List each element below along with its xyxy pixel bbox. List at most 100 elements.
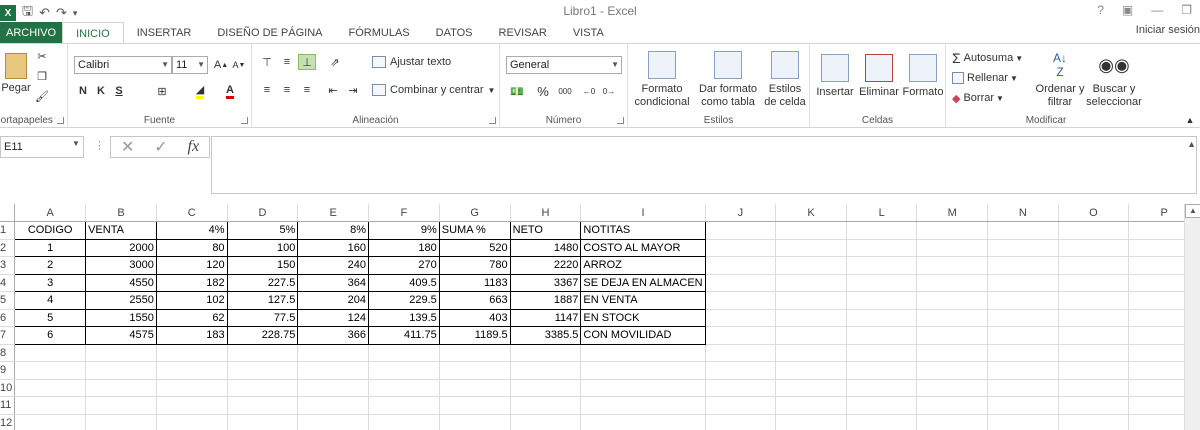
cell[interactable]: 2220 [509,256,582,275]
cell[interactable] [705,414,777,430]
cell[interactable] [580,344,706,362]
cell[interactable]: 3000 [85,256,157,275]
cell[interactable]: 1480 [509,238,582,257]
cell[interactable]: CODIGO [14,221,87,240]
cell[interactable] [846,256,918,275]
cell[interactable] [368,361,440,380]
cell[interactable]: 1550 [85,308,157,327]
bold-button[interactable]: N [76,82,90,100]
cell[interactable] [987,379,1059,397]
cell[interactable] [439,361,511,380]
cell[interactable]: 270 [368,256,440,275]
align-bottom-icon[interactable]: ⊥ [298,54,316,70]
format-as-table-button[interactable]: Dar formato como tabla [696,48,760,112]
cell[interactable] [916,291,989,310]
cell[interactable]: 183 [155,326,228,345]
cell[interactable]: 240 [297,256,370,275]
insert-cells-button[interactable]: Insertar [814,48,856,104]
decrease-font-icon[interactable]: A ▼ [232,56,246,74]
cell[interactable] [580,414,706,430]
column-header[interactable]: J [705,204,777,222]
column-header[interactable]: F [368,204,440,222]
select-all-corner[interactable] [0,204,16,222]
collapse-ribbon-icon[interactable]: ▲ [1184,114,1196,126]
cell[interactable] [156,414,228,430]
cell[interactable] [846,239,918,257]
cell[interactable] [510,396,582,415]
cell[interactable] [987,256,1059,275]
cell[interactable] [1058,291,1130,310]
tab-insertar[interactable]: INSERTAR [124,22,205,44]
column-header[interactable]: K [775,204,847,222]
row-header[interactable]: 3 [0,256,16,275]
cell[interactable]: 180 [368,238,440,257]
cell[interactable]: 409.5 [368,273,440,292]
cell[interactable]: 80 [155,238,228,257]
cell[interactable]: 204 [297,291,370,310]
cell[interactable] [775,396,847,415]
cell[interactable] [846,344,918,362]
align-right-icon[interactable]: ≡ [298,82,316,98]
row-header[interactable]: 7 [0,326,16,345]
cell[interactable] [775,274,847,292]
cell[interactable]: EN STOCK [580,308,706,327]
cell[interactable]: 100 [226,238,299,257]
sort-filter-button[interactable]: A↓ Z Ordenar y filtrar [1034,48,1086,112]
cell[interactable] [987,396,1059,415]
cell[interactable] [987,361,1059,380]
increase-indent-icon[interactable]: ⇥ [344,82,362,98]
cell[interactable] [1058,309,1130,327]
column-header[interactable]: B [85,204,157,222]
cell[interactable]: COSTO AL MAYOR [580,238,706,257]
cell[interactable] [775,361,847,380]
restore-icon[interactable]: ❐ [1181,3,1192,17]
cell[interactable]: 127.5 [226,291,299,310]
tab-diseno-pagina[interactable]: DISEÑO DE PÁGINA [204,22,335,44]
cell[interactable] [705,274,777,292]
cell[interactable] [1058,361,1130,380]
insert-function-button[interactable]: fx [188,138,200,156]
cell[interactable]: 1887 [509,291,582,310]
cell[interactable]: 364 [297,273,370,292]
fill-color-icon[interactable]: ◢ [190,82,210,100]
cell[interactable]: 1183 [438,273,511,292]
cell[interactable]: 2550 [85,291,157,310]
font-launcher-icon[interactable] [241,117,248,124]
cell[interactable]: 5 [14,308,87,327]
cell[interactable]: 227.5 [226,273,299,292]
cell[interactable]: 5% [226,221,299,240]
orientation-icon[interactable]: ⇗ [324,54,346,70]
cell[interactable] [705,326,777,345]
vertical-scrollbar[interactable]: ▲ [1184,204,1200,430]
cell[interactable] [85,344,157,362]
cell[interactable]: 520 [438,238,511,257]
cell[interactable] [846,379,918,397]
row-header[interactable]: 9 [0,361,16,380]
cell[interactable] [846,291,918,310]
cell[interactable]: 139.5 [368,308,440,327]
cell[interactable] [14,344,87,362]
cell[interactable]: 3 [14,273,87,292]
cell[interactable] [916,361,989,380]
cell[interactable] [580,379,706,397]
chevron-down-icon[interactable]: ▼ [72,139,80,148]
cell[interactable]: 2 [14,256,87,275]
row-header[interactable]: 10 [0,379,16,397]
cell[interactable] [916,239,989,257]
cell[interactable] [1058,221,1130,240]
cell[interactable] [987,239,1059,257]
clear-button[interactable]: ◆ Borrar ▼ [952,90,1032,106]
signin-link[interactable]: Iniciar sesión [1136,24,1200,36]
cell[interactable] [916,309,989,327]
collapse-formula-bar-icon[interactable]: ▲ [1187,139,1196,149]
cell[interactable] [14,414,87,430]
cell[interactable] [846,309,918,327]
cell[interactable]: 160 [297,238,370,257]
cell[interactable]: 4% [155,221,228,240]
borders-icon[interactable]: ⊞ [152,82,172,100]
cell[interactable] [1058,274,1130,292]
font-color-icon[interactable]: A [220,82,240,100]
cell[interactable] [156,361,228,380]
cell[interactable]: 1147 [509,308,582,327]
increase-decimal-icon[interactable]: ←0 [580,82,598,100]
